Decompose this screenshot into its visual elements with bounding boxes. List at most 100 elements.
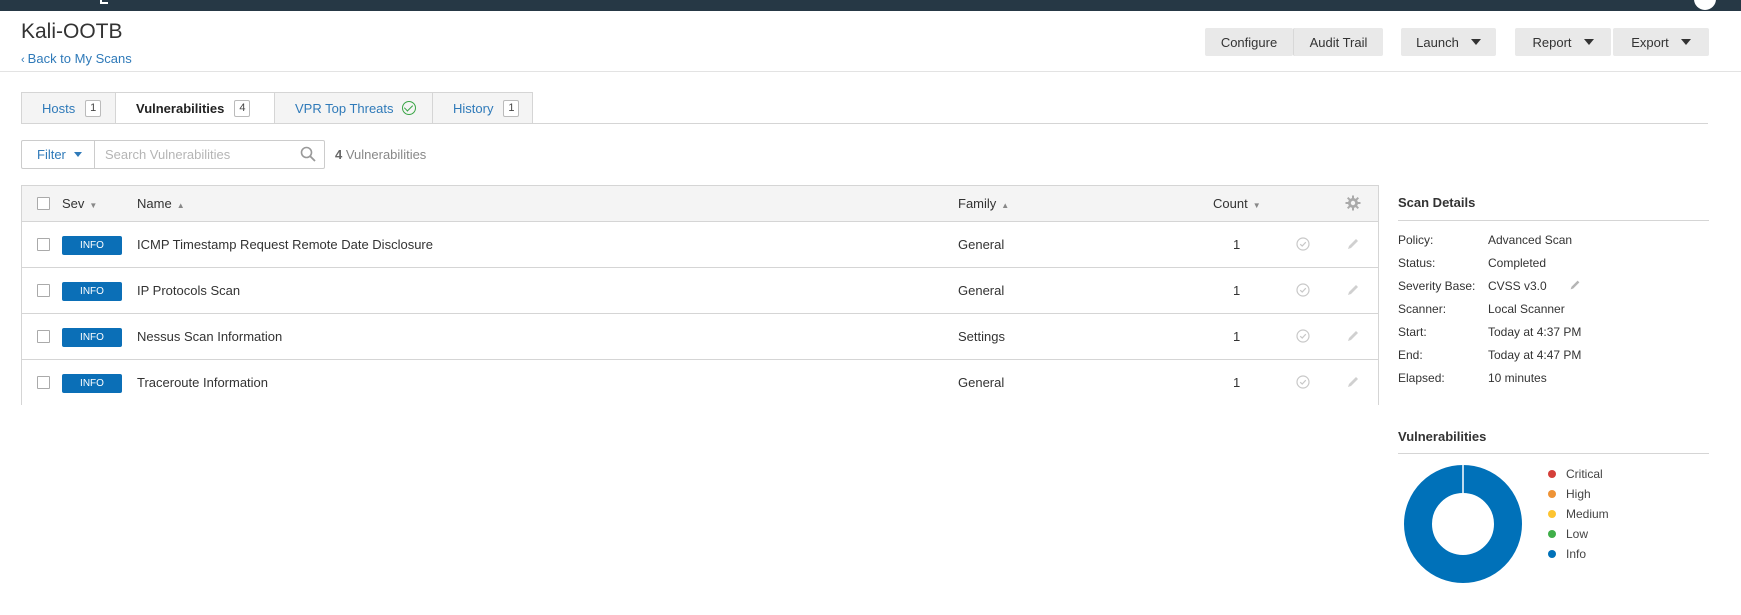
audit-trail-button[interactable]: Audit Trail (1293, 28, 1383, 56)
gear-icon[interactable] (1345, 195, 1361, 211)
legend-item-medium[interactable]: Medium (1548, 507, 1609, 521)
detail-value-severity-base: CVSS v3.0 (1488, 279, 1547, 293)
export-label: Export (1631, 34, 1669, 50)
search-vulnerabilities-input[interactable] (94, 140, 325, 169)
column-header-family[interactable]: Family ▲ (958, 196, 1009, 211)
vulnerability-count: 1 (1233, 283, 1241, 298)
legend-label: High (1566, 487, 1591, 501)
tab-count-badge: 1 (85, 99, 102, 117)
pencil-icon[interactable] (1345, 282, 1361, 298)
result-count-number: 4 (335, 147, 343, 162)
report-button[interactable]: Report (1515, 28, 1611, 56)
severity-badge: INFO (62, 328, 122, 347)
table-row[interactable]: INFO IP Protocols Scan General 1 (22, 268, 1378, 314)
table-row[interactable]: INFO Traceroute Information General 1 (22, 360, 1378, 406)
column-label: Sev (62, 196, 85, 211)
vulnerabilities-panel-title: Vulnerabilities (1398, 429, 1487, 444)
legend-label: Critical (1566, 467, 1603, 481)
vulnerability-family: Settings (958, 329, 1005, 344)
detail-value-end: Today at 4:47 PM (1488, 348, 1582, 362)
pencil-icon[interactable] (1345, 374, 1361, 390)
column-header-count[interactable]: Count ▼ (1213, 196, 1261, 211)
detail-label-end: End: (1398, 348, 1423, 362)
vulnerabilities-table: Sev ▼ Name ▲ Family ▲ Count ▼ INFO ICMP Time… (21, 185, 1379, 406)
user-avatar-icon[interactable] (1694, 0, 1716, 10)
configure-button[interactable]: Configure (1205, 28, 1293, 56)
column-header-name[interactable]: Name ▲ (137, 196, 185, 211)
pencil-icon[interactable] (1345, 328, 1361, 344)
check-circle-icon[interactable] (1296, 329, 1310, 343)
vulnerability-count: 1 (1233, 375, 1241, 390)
launch-label: Launch (1416, 34, 1459, 50)
detail-label-policy: Policy: (1398, 233, 1434, 247)
back-link-label: Back to My Scans (27, 51, 132, 66)
legend-label: Info (1566, 547, 1587, 561)
back-to-scans-link[interactable]: ‹ Back to My Scans (21, 51, 132, 66)
column-header-sev[interactable]: Sev ▼ (62, 196, 97, 211)
vulnerability-name: ICMP Timestamp Request Remote Date Discl… (137, 237, 433, 252)
vulnerability-name: Traceroute Information (137, 375, 269, 390)
pencil-icon[interactable] (1345, 236, 1361, 252)
legend-dot (1548, 470, 1556, 478)
legend-item-info[interactable]: Info (1548, 547, 1586, 561)
legend-item-critical[interactable]: Critical (1548, 467, 1603, 481)
caret-down-icon (1680, 39, 1691, 45)
search-icon[interactable] (300, 146, 316, 162)
check-circle-icon[interactable] (1296, 375, 1310, 389)
table-row[interactable]: INFO ICMP Timestamp Request Remote Date … (22, 222, 1378, 268)
check-circle-icon[interactable] (1296, 283, 1310, 297)
tab-label: Hosts (42, 100, 76, 116)
detail-value-policy: Advanced Scan (1488, 233, 1573, 247)
row-checkbox[interactable] (37, 284, 50, 297)
vulnerability-family: General (958, 375, 1005, 390)
sort-up-icon: ▲ (1001, 201, 1010, 210)
detail-label-start: Start: (1398, 325, 1427, 339)
row-checkbox[interactable] (37, 376, 50, 389)
page-title: Kali-OOTB (21, 20, 123, 43)
export-button[interactable]: Export (1613, 28, 1709, 56)
filter-label: Filter (37, 147, 66, 162)
legend-item-low[interactable]: Low (1548, 527, 1588, 541)
tab-vpr-top-threats[interactable]: VPR Top Threats (274, 92, 433, 123)
severity-badge: INFO (62, 282, 122, 301)
detail-label-elapsed: Elapsed: (1398, 371, 1445, 385)
detail-value-status: Completed (1488, 256, 1547, 270)
chevron-left-icon: ‹ (21, 54, 25, 66)
detail-label-severity-base: Severity Base: (1398, 279, 1476, 293)
detail-value-scanner: Local Scanner (1488, 302, 1565, 316)
sort-down-icon: ▼ (89, 201, 98, 210)
nav-fragment (100, 0, 108, 4)
header-divider (0, 71, 1741, 72)
severity-donut-chart[interactable] (1404, 465, 1522, 583)
legend-item-high[interactable]: High (1548, 487, 1591, 501)
filter-button[interactable]: Filter (21, 140, 95, 169)
report-label: Report (1532, 34, 1572, 50)
check-circle-icon (401, 101, 416, 115)
detail-value-elapsed: 10 minutes (1488, 371, 1547, 385)
vulnerability-name: IP Protocols Scan (137, 283, 241, 298)
row-checkbox[interactable] (37, 330, 50, 343)
legend-label: Low (1566, 527, 1589, 541)
pencil-icon[interactable] (1568, 278, 1582, 292)
caret-down-icon (1583, 39, 1594, 45)
vulnerability-count: 1 (1233, 237, 1241, 252)
legend-label: Medium (1566, 507, 1609, 521)
column-label: Count (1213, 196, 1248, 211)
row-checkbox[interactable] (37, 238, 50, 251)
tab-label: Vulnerabilities (136, 101, 225, 116)
result-count-label: Vulnerabilities (345, 147, 427, 162)
result-count: 4 Vulnerabilities (335, 147, 426, 162)
tab-hosts[interactable]: Hosts 1 (21, 92, 116, 123)
select-all-checkbox[interactable] (37, 197, 50, 210)
vulnerability-name: Nessus Scan Information (137, 329, 283, 344)
vulnerability-count: 1 (1233, 329, 1241, 344)
table-row[interactable]: INFO Nessus Scan Information Settings 1 (22, 314, 1378, 360)
legend-dot (1548, 550, 1556, 558)
tab-vulnerabilities[interactable]: Vulnerabilities 4 (115, 92, 275, 124)
launch-button[interactable]: Launch (1401, 28, 1496, 56)
check-circle-icon[interactable] (1296, 237, 1310, 251)
tab-history[interactable]: History 1 (432, 92, 533, 123)
caret-down-icon (73, 152, 82, 157)
panel-divider (1398, 220, 1709, 221)
vulnerability-family: General (958, 283, 1005, 298)
